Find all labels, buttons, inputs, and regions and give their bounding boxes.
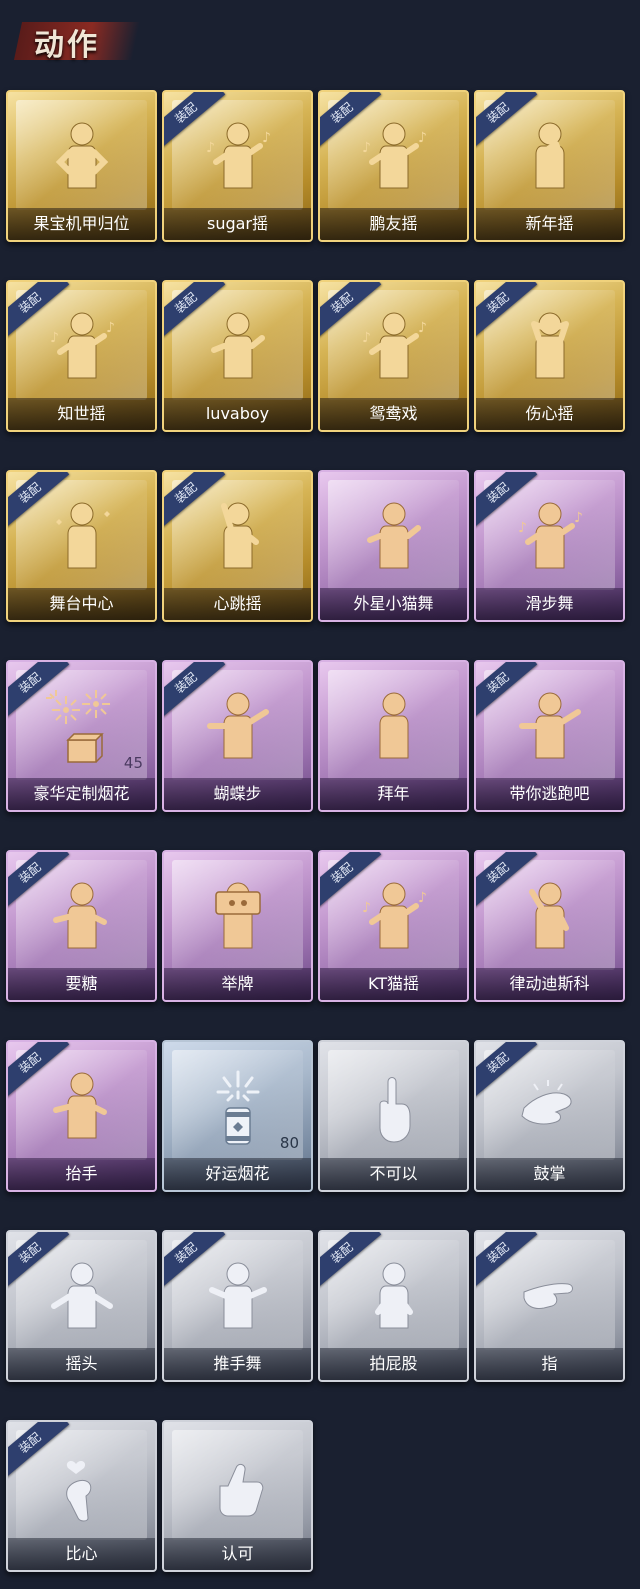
svg-text:♪: ♪ (106, 320, 115, 336)
thumbs-up-icon (164, 1442, 311, 1538)
emote-name: 心跳摇 (164, 588, 311, 620)
emote-name: 拜年 (320, 778, 467, 810)
emote-card[interactable]: 果宝机甲归位 (6, 90, 157, 242)
emote-name: 推手舞 (164, 1348, 311, 1380)
bow-pose-icon (320, 682, 467, 778)
hold-sign-pose-icon (164, 872, 311, 968)
emote-card[interactable]: 要糖 装配 (6, 850, 157, 1002)
section-header: 动作 (0, 0, 640, 80)
svg-text:♪: ♪ (518, 520, 527, 536)
emote-card[interactable]: 舞台中心 装配 (6, 470, 157, 622)
emote-card[interactable]: 比心 装配 (6, 1420, 157, 1572)
emote-card[interactable]: 伤心摇 装配 (474, 280, 625, 432)
emote-card[interactable]: ♪ ♪ 知世摇 装配 (6, 280, 157, 432)
emote-name: 认可 (164, 1538, 311, 1570)
emote-card[interactable]: 蝴蝶步 装配 (162, 660, 313, 812)
emote-name: 果宝机甲归位 (8, 208, 155, 240)
emote-name: 鸳鸯戏 (320, 398, 467, 430)
emote-card[interactable]: 抬手 装配 (6, 1040, 157, 1192)
emote-card[interactable]: 新年摇 装配 (474, 90, 625, 242)
emote-card[interactable]: 心跳摇 装配 (162, 470, 313, 622)
emote-grid: 果宝机甲归位 ♪ ♪ sugar摇 装配 ♪ ♪ 鹏友摇 装配 新年摇 装配 ♪ ♪ 知世摇 装配 … (6, 90, 625, 1572)
emote-card[interactable]: 拜年 (318, 660, 469, 812)
emote-name: 知世摇 (8, 398, 155, 430)
emote-name: 外星小猫舞 (320, 588, 467, 620)
emote-card[interactable]: 举牌 (162, 850, 313, 1002)
svg-text:♪: ♪ (362, 900, 371, 916)
svg-text:♪: ♪ (418, 320, 427, 336)
svg-text:♪: ♪ (574, 510, 583, 526)
emote-name: luvaboy (164, 398, 311, 430)
emote-card[interactable]: 不可以 (318, 1040, 469, 1192)
page-title: 动作 (34, 28, 100, 63)
emote-name: 抬手 (8, 1158, 155, 1190)
svg-text:♪: ♪ (418, 890, 427, 906)
svg-text:♪: ♪ (50, 330, 59, 346)
item-count: 80 (279, 1134, 299, 1152)
emote-name: 舞台中心 (8, 588, 155, 620)
emote-card[interactable]: 外星小猫舞 (318, 470, 469, 622)
emote-name: 好运烟花 (164, 1158, 311, 1190)
emote-card[interactable]: ♪ ♪ sugar摇 装配 (162, 90, 313, 242)
emote-card[interactable]: 拍屁股 装配 (318, 1230, 469, 1382)
emote-card[interactable]: 80 好运烟花 (162, 1040, 313, 1192)
arm-cross-pose-icon (320, 492, 467, 588)
emote-name: sugar摇 (164, 208, 311, 240)
emote-name: KT猫摇 (320, 968, 467, 1000)
emote-card[interactable]: 指装配 (474, 1230, 625, 1382)
hands-on-hips-pose-icon (8, 112, 155, 208)
emote-card[interactable]: 摇头 装配 (6, 1230, 157, 1382)
emote-card[interactable]: 45 豪华定制烟花 装配 (6, 660, 157, 812)
emote-name: 伤心摇 (476, 398, 623, 430)
emote-card[interactable]: 认可 (162, 1420, 313, 1572)
emote-card[interactable]: luvaboy 装配 (162, 280, 313, 432)
emote-name: 拍屁股 (320, 1348, 467, 1380)
emote-card[interactable]: 鼓掌 装配 (474, 1040, 625, 1192)
emote-name: 滑步舞 (476, 588, 623, 620)
emote-card[interactable]: 带你逃跑吧 装配 (474, 660, 625, 812)
emote-name: 新年摇 (476, 208, 623, 240)
svg-text:♪: ♪ (362, 330, 371, 346)
emote-card[interactable]: 推手舞 装配 (162, 1230, 313, 1382)
item-count: 45 (123, 754, 143, 772)
emote-card[interactable]: ♪ ♪ KT猫摇 装配 (318, 850, 469, 1002)
emote-name: 举牌 (164, 968, 311, 1000)
svg-text:♪: ♪ (206, 140, 215, 156)
emote-card[interactable]: ♪ ♪ 鸳鸯戏 装配 (318, 280, 469, 432)
emote-name: 指 (476, 1348, 623, 1380)
emote-name: 豪华定制烟花 (8, 778, 155, 810)
emote-name: 摇头 (8, 1348, 155, 1380)
svg-text:♪: ♪ (262, 130, 271, 146)
svg-text:♪: ♪ (418, 130, 427, 146)
emote-card[interactable]: ♪ ♪ 滑步舞 装配 (474, 470, 625, 622)
svg-text:♪: ♪ (362, 140, 371, 156)
emote-name: 蝴蝶步 (164, 778, 311, 810)
finger-wag-icon (320, 1062, 467, 1158)
emote-card[interactable]: 律动迪斯科 装配 (474, 850, 625, 1002)
emote-name: 律动迪斯科 (476, 968, 623, 1000)
emote-card[interactable]: ♪ ♪ 鹏友摇 装配 (318, 90, 469, 242)
emote-name: 不可以 (320, 1158, 467, 1190)
emote-name: 要糖 (8, 968, 155, 1000)
emote-name: 比心 (8, 1538, 155, 1570)
emote-name: 带你逃跑吧 (476, 778, 623, 810)
emote-name: 鼓掌 (476, 1158, 623, 1190)
emote-name: 鹏友摇 (320, 208, 467, 240)
